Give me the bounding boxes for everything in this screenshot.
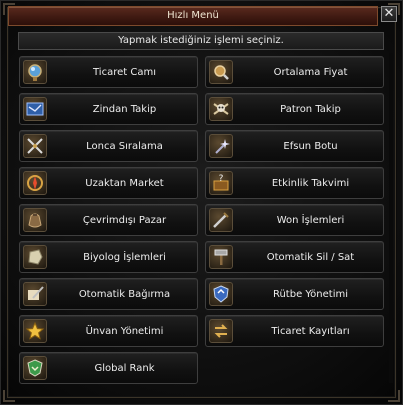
trade-glass-button[interactable]: Ticaret Camı [19, 56, 198, 88]
offline-bazaar-button[interactable]: Çevrimdışı Pazar [19, 204, 198, 236]
title-management-button[interactable]: Ünvan Yönetimi [19, 315, 198, 347]
rank-management-button[interactable]: Rütbe Yönetimi [205, 278, 384, 310]
quick-menu-window: Hızlı Menü ✕ Yapmak istediğiniz işlemi s… [0, 0, 403, 405]
blue-map-scroll-icon [23, 97, 47, 121]
remote-market-button[interactable]: Uzaktan Market [19, 167, 198, 199]
biologist-button[interactable]: Biyolog İşlemleri [19, 241, 198, 273]
quill-scroll-icon [23, 282, 47, 306]
won-operations-button[interactable]: Won İşlemleri [205, 204, 384, 236]
button-label: Uzaktan Market [85, 177, 164, 189]
instruction-text: Yapmak istediğiniz işlemi seçiniz. [18, 32, 384, 50]
button-label: Zindan Takip [92, 103, 157, 115]
blue-shield-icon [209, 282, 233, 306]
button-label: Otomatik Sil / Sat [266, 251, 355, 263]
average-price-button[interactable]: Ortalama Fiyat [205, 56, 384, 88]
button-label: Global Rank [94, 362, 155, 374]
magnifier-coin-icon [209, 60, 233, 84]
trade-logs-button[interactable]: Ticaret Kayıtları [205, 315, 384, 347]
button-label: Çevrimdışı Pazar [82, 214, 167, 226]
button-label: Ticaret Camı [93, 66, 156, 78]
question-chest-icon: ? [209, 171, 233, 195]
crossed-swords-icon [23, 134, 47, 158]
window-title[interactable]: Hızlı Menü [8, 6, 378, 26]
gold-star-icon [23, 319, 47, 343]
button-label: Lonca Sıralama [86, 140, 163, 152]
dungeon-track-button[interactable]: Zindan Takip [19, 93, 198, 125]
svg-text:?: ? [219, 174, 224, 184]
button-label: Efsun Botu [283, 140, 338, 152]
button-label: Otomatik Bağırma [78, 288, 171, 300]
event-calendar-button[interactable]: ? Etkinlik Takvimi [205, 167, 384, 199]
coin-pouch-icon [23, 208, 47, 232]
frame-corner [388, 390, 400, 402]
global-rank-button[interactable]: Global Rank [19, 352, 198, 384]
scrollbar-track [389, 53, 393, 383]
green-crest-icon [23, 356, 47, 380]
close-button[interactable]: ✕ [381, 6, 397, 22]
button-label: Won İşlemleri [276, 214, 345, 226]
button-label: Rütbe Yönetimi [272, 288, 349, 300]
button-label: Ünvan Yönetimi [85, 325, 164, 337]
enchant-bot-button[interactable]: Efsun Botu [205, 130, 384, 162]
gold-compass-icon [23, 171, 47, 195]
hammer-icon [209, 245, 233, 269]
frame-corner [3, 390, 15, 402]
sword-scroll-icon [209, 208, 233, 232]
auto-delete-sell-button[interactable]: Otomatik Sil / Sat [205, 241, 384, 273]
button-label: Etkinlik Takvimi [271, 177, 350, 189]
magic-wand-icon [209, 134, 233, 158]
trade-arrows-icon [209, 319, 233, 343]
boss-track-button[interactable]: Patron Takip [205, 93, 384, 125]
magnifier-orb-icon [23, 60, 47, 84]
ore-stone-icon [23, 245, 47, 269]
button-label: Patron Takip [280, 103, 341, 115]
auto-shout-button[interactable]: Otomatik Bağırma [19, 278, 198, 310]
button-label: Ticaret Kayıtları [271, 325, 350, 337]
button-label: Ortalama Fiyat [273, 66, 348, 78]
button-label: Biyolog İşlemleri [83, 251, 166, 263]
skull-crossbones-icon [209, 97, 233, 121]
guild-ranking-button[interactable]: Lonca Sıralama [19, 130, 198, 162]
